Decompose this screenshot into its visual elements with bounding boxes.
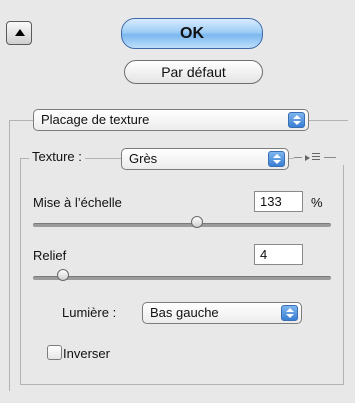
mapping-select-value: Placage de texture	[41, 112, 150, 127]
relief-label: Relief	[33, 248, 67, 263]
texture-select-value: Grès	[129, 151, 158, 166]
relief-slider-thumb[interactable]	[56, 269, 69, 281]
scale-label: Mise à l’échelle	[33, 195, 122, 210]
invert-label[interactable]: Inverser	[63, 346, 110, 361]
scale-slider-thumb[interactable]	[190, 216, 203, 228]
scale-slider-track[interactable]	[33, 223, 331, 227]
light-select-value: Bas gauche	[150, 305, 219, 320]
up-down-arrows-icon	[288, 112, 305, 128]
ok-button[interactable]: OK	[121, 18, 263, 49]
mapping-select[interactable]: Placage de texture	[33, 109, 309, 131]
relief-slider-track[interactable]	[33, 276, 331, 280]
collapse-button[interactable]	[6, 21, 32, 45]
light-label: Lumière :	[62, 305, 117, 320]
light-select[interactable]: Bas gauche	[142, 302, 302, 324]
percent-unit: %	[311, 195, 323, 210]
triangle-up-icon	[15, 29, 25, 36]
texture-select[interactable]: Grès	[121, 148, 289, 170]
texture-label: Texture :	[29, 149, 85, 164]
scale-input[interactable]: 133	[254, 191, 303, 212]
panel-menu-icon[interactable]	[294, 151, 344, 165]
relief-input[interactable]: 4	[254, 244, 303, 265]
up-down-arrows-icon	[268, 151, 285, 167]
up-down-arrows-icon	[281, 305, 298, 321]
default-button[interactable]: Par défaut	[124, 60, 263, 84]
invert-checkbox[interactable]	[47, 345, 62, 360]
